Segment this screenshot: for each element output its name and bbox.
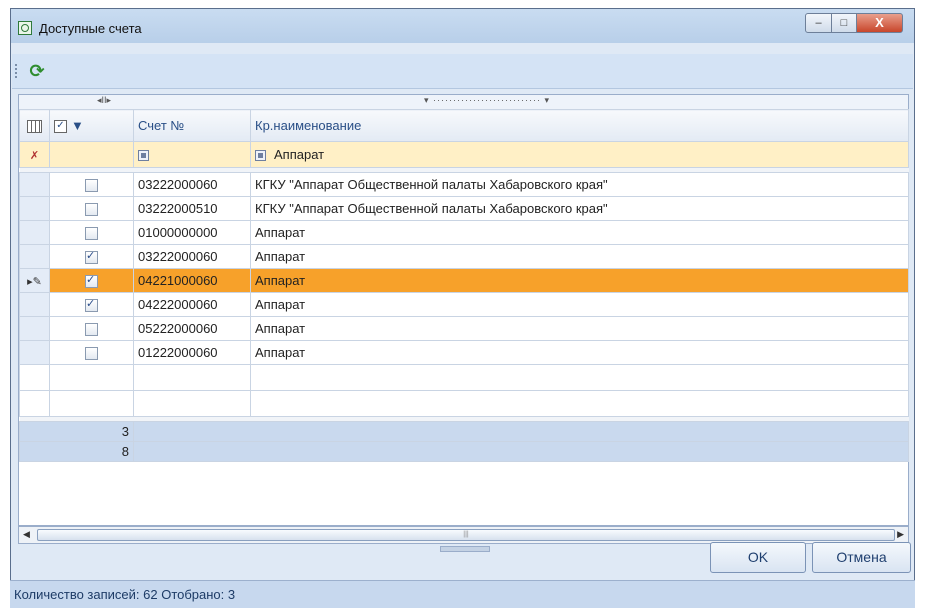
filter-account-cell[interactable] — [133, 141, 251, 168]
row-indicator[interactable] — [19, 244, 50, 269]
account-cell[interactable]: 03222000510 — [133, 196, 251, 221]
grid-table: ✓ ▼ Счет № Кр.наименование ✗ Аппарат 0322… — [19, 109, 909, 462]
short-name-column-header[interactable]: Кр.наименование — [250, 109, 909, 142]
table-row[interactable]: 04222000060Аппарат — [19, 292, 909, 317]
row-indicator[interactable] — [19, 196, 50, 221]
row-checkbox-cell[interactable] — [49, 244, 134, 269]
row-checkbox-cell[interactable] — [49, 340, 134, 365]
empty-row — [19, 390, 909, 417]
row-checkbox[interactable] — [85, 179, 98, 193]
app-icon — [18, 21, 32, 35]
name-cell[interactable]: Аппарат — [250, 268, 909, 293]
column-chooser-icon[interactable] — [27, 120, 42, 134]
scroll-right-icon[interactable]: ▶ — [897, 529, 904, 540]
filter-clear-cell[interactable]: ✗ — [19, 141, 50, 168]
row-checkbox[interactable] — [85, 273, 98, 289]
row-checkbox-cell[interactable] — [49, 292, 134, 317]
account-column-header[interactable]: Счет № — [133, 109, 251, 142]
row-checkbox-cell[interactable] — [49, 220, 134, 245]
row-checkbox[interactable] — [85, 227, 98, 241]
filter-check-cell[interactable] — [49, 141, 134, 168]
filter-name-cell[interactable]: Аппарат — [250, 141, 909, 168]
row-checkbox[interactable] — [85, 297, 98, 313]
column-chooser-cell[interactable] — [19, 109, 50, 142]
filter-row: ✗ Аппарат — [19, 141, 909, 168]
row-checkbox[interactable] — [85, 323, 98, 337]
maximize-button[interactable]: □ — [831, 13, 857, 33]
row-indicator[interactable] — [19, 172, 50, 197]
account-cell[interactable]: 01222000060 — [133, 340, 251, 365]
table-row[interactable]: 01222000060 Аппарат — [19, 340, 909, 365]
row-indicator[interactable]: ▸✎ — [19, 268, 50, 293]
row-checkbox-cell[interactable] — [49, 268, 134, 293]
window-title: Доступные счета — [39, 21, 142, 36]
name-cell[interactable]: Аппарат — [250, 292, 909, 317]
row-checkbox-cell[interactable] — [49, 196, 134, 221]
band-right-marker[interactable]: ▾ ··························· ▾ — [424, 95, 550, 106]
table-row[interactable]: 05222000060 Аппарат — [19, 316, 909, 341]
account-cell[interactable]: 03222000060 — [133, 244, 251, 269]
name-cell[interactable]: Аппарат — [250, 244, 909, 269]
select-all-header[interactable]: ✓ ▼ — [49, 109, 134, 142]
scroll-left-icon[interactable]: ◀ — [23, 529, 30, 540]
name-cell[interactable]: КГКУ "Аппарат Общественной палаты Хабаро… — [250, 172, 909, 197]
footer-row: 8 — [19, 441, 909, 462]
account-cell[interactable]: 05222000060 — [133, 316, 251, 341]
account-cell[interactable]: 04222000060 — [133, 292, 251, 317]
table-row[interactable]: 01000000000 Аппарат — [19, 220, 909, 245]
name-cell[interactable]: Аппарат — [250, 340, 909, 365]
empty-row — [19, 364, 909, 391]
cancel-button[interactable]: Отмена — [812, 542, 911, 573]
refresh-icon[interactable]: ⟳ — [26, 60, 48, 82]
name-cell[interactable]: КГКУ "Аппарат Общественной палаты Хабаро… — [250, 196, 909, 221]
footer-row-count: 8 — [19, 441, 134, 462]
status-text: Количество записей: 62 Отобрано: 3 — [14, 587, 236, 602]
status-bar: Количество записей: 62 Отобрано: 3 — [10, 580, 915, 608]
dropdown-arrow-icon[interactable]: ▼ — [71, 118, 84, 133]
row-checkbox-cell[interactable] — [49, 316, 134, 341]
filter-operator-icon[interactable] — [138, 150, 149, 162]
row-checkbox-cell[interactable] — [49, 172, 134, 197]
panel-splitter[interactable] — [440, 546, 490, 552]
band-header: ◂II▸ ▾ ··························· ▾ — [19, 95, 908, 110]
scroll-thumb[interactable]: ||| — [37, 529, 895, 541]
footer-checked-count: 3 — [19, 421, 134, 442]
account-cell[interactable]: 01000000000 — [133, 220, 251, 245]
row-indicator[interactable] — [19, 292, 50, 317]
toolbar-grip[interactable] — [15, 64, 19, 78]
title-bar[interactable]: Доступные счета – □ X — [11, 9, 914, 43]
table-row[interactable]: 03222000510 КГКУ "Аппарат Общественной па… — [19, 196, 909, 221]
ok-button[interactable]: OK — [710, 542, 806, 573]
account-cell[interactable]: 04221000060 — [133, 268, 251, 293]
table-row[interactable]: 03222000060 КГКУ "Аппарат Общественной па… — [19, 172, 909, 197]
band-left-marker[interactable]: ◂II▸ — [97, 95, 111, 106]
filter-operator-icon[interactable] — [255, 150, 266, 162]
toolbar: ⟳ — [12, 54, 913, 89]
name-cell[interactable]: Аппарат — [250, 220, 909, 245]
clear-filter-icon[interactable]: ✗ — [30, 150, 39, 162]
row-checkbox[interactable] — [85, 347, 98, 361]
account-cell[interactable]: 03222000060 — [133, 172, 251, 197]
row-checkbox[interactable] — [85, 203, 98, 217]
table-row[interactable]: ▸✎ 04221000060Аппарат — [19, 268, 909, 293]
minimize-button[interactable]: – — [805, 13, 832, 33]
close-button[interactable]: X — [856, 13, 903, 33]
row-indicator[interactable] — [19, 220, 50, 245]
row-indicator[interactable] — [19, 340, 50, 365]
header-row: ✓ ▼ Счет № Кр.наименование — [19, 109, 909, 142]
row-indicator[interactable] — [19, 316, 50, 341]
footer-row: 3 — [19, 421, 909, 442]
edit-row-icon: ▸✎ — [27, 276, 42, 288]
table-row[interactable]: 03222000060Аппарат — [19, 244, 909, 269]
name-cell[interactable]: Аппарат — [250, 316, 909, 341]
filter-name-value: Аппарат — [274, 147, 325, 162]
select-all-icon[interactable]: ✓ — [54, 120, 67, 134]
row-checkbox[interactable] — [85, 249, 98, 265]
accounts-grid: ◂II▸ ▾ ··························· ▾ ✓ ▼ … — [18, 94, 909, 526]
